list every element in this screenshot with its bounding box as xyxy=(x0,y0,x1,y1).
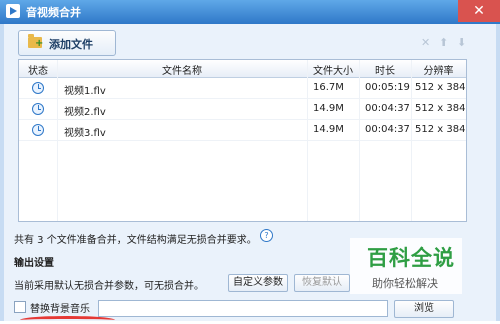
file-duration: 00:04:37 xyxy=(365,103,410,114)
table-row[interactable]: 视频3.flv 14.9M 00:04:37 512 x 384 xyxy=(19,120,466,141)
file-resolution: 512 x 384 xyxy=(415,82,466,93)
clock-icon xyxy=(32,124,44,136)
replace-bgm-label: 替换背景音乐 xyxy=(30,304,90,315)
clock-icon xyxy=(32,103,44,115)
file-duration: 00:05:19 xyxy=(365,82,410,93)
clock-icon xyxy=(32,82,44,94)
file-resolution: 512 x 384 xyxy=(415,103,466,114)
close-button[interactable]: ✕ xyxy=(458,0,500,22)
file-name: 视频2.flv xyxy=(64,107,106,118)
add-file-button[interactable]: 添加文件 xyxy=(18,30,116,56)
folder-add-icon xyxy=(28,34,43,49)
browse-button[interactable]: 浏览 xyxy=(394,300,454,318)
file-name: 视频3.flv xyxy=(64,128,106,139)
summary-text: 共有 3 个文件准备合并，文件结构满足无损合并要求。 xyxy=(14,235,257,246)
title-bar: 音视频合并 ✕ xyxy=(0,0,500,24)
file-resolution: 512 x 384 xyxy=(415,124,466,135)
window-title: 音视频合并 xyxy=(26,6,81,19)
app-logo-icon xyxy=(6,4,20,18)
window-border-right xyxy=(496,24,500,321)
red-annotation-mark xyxy=(20,316,115,324)
delete-icon[interactable]: ✕ xyxy=(421,36,430,49)
help-icon[interactable]: ? xyxy=(260,229,273,242)
column-header-resolution[interactable]: 分辨率 xyxy=(411,62,466,77)
move-down-icon[interactable]: ⬇ xyxy=(457,36,466,49)
watermark: 百科全说 助你轻松解决 xyxy=(350,238,462,294)
column-header-size[interactable]: 文件大小 xyxy=(307,62,359,77)
file-size: 14.9M xyxy=(313,124,344,135)
column-header-duration[interactable]: 时长 xyxy=(359,62,411,77)
watermark-subtitle: 助你轻松解决 xyxy=(372,277,438,290)
table-header: 状态 文件名称 文件大小 时长 分辨率 xyxy=(19,60,466,78)
replace-bgm-checkbox[interactable] xyxy=(14,301,26,313)
bgm-path-input[interactable] xyxy=(98,300,388,317)
file-duration: 00:04:37 xyxy=(365,124,410,135)
table-row[interactable]: 视频2.flv 14.9M 00:04:37 512 x 384 xyxy=(19,99,466,120)
restore-default-button[interactable]: 恢复默认 xyxy=(294,274,350,292)
table-row[interactable]: 视频1.flv 16.7M 00:05:19 512 x 384 xyxy=(19,78,466,99)
column-header-name[interactable]: 文件名称 xyxy=(57,62,307,77)
file-size: 14.9M xyxy=(313,103,344,114)
file-name: 视频1.flv xyxy=(64,86,106,97)
file-size: 16.7M xyxy=(313,82,344,93)
move-up-icon[interactable]: ⬆ xyxy=(439,36,448,49)
file-table: 状态 文件名称 文件大小 时长 分辨率 视频1.flv 16.7M 00:05:… xyxy=(18,59,467,222)
add-file-label: 添加文件 xyxy=(49,38,93,51)
column-header-status[interactable]: 状态 xyxy=(19,62,57,77)
watermark-title: 百科全说 xyxy=(367,246,455,270)
output-settings-title: 输出设置 xyxy=(14,258,54,269)
output-description: 当前采用默认无损合并参数，可无损合并。 xyxy=(14,281,204,292)
custom-params-button[interactable]: 自定义参数 xyxy=(228,274,288,292)
